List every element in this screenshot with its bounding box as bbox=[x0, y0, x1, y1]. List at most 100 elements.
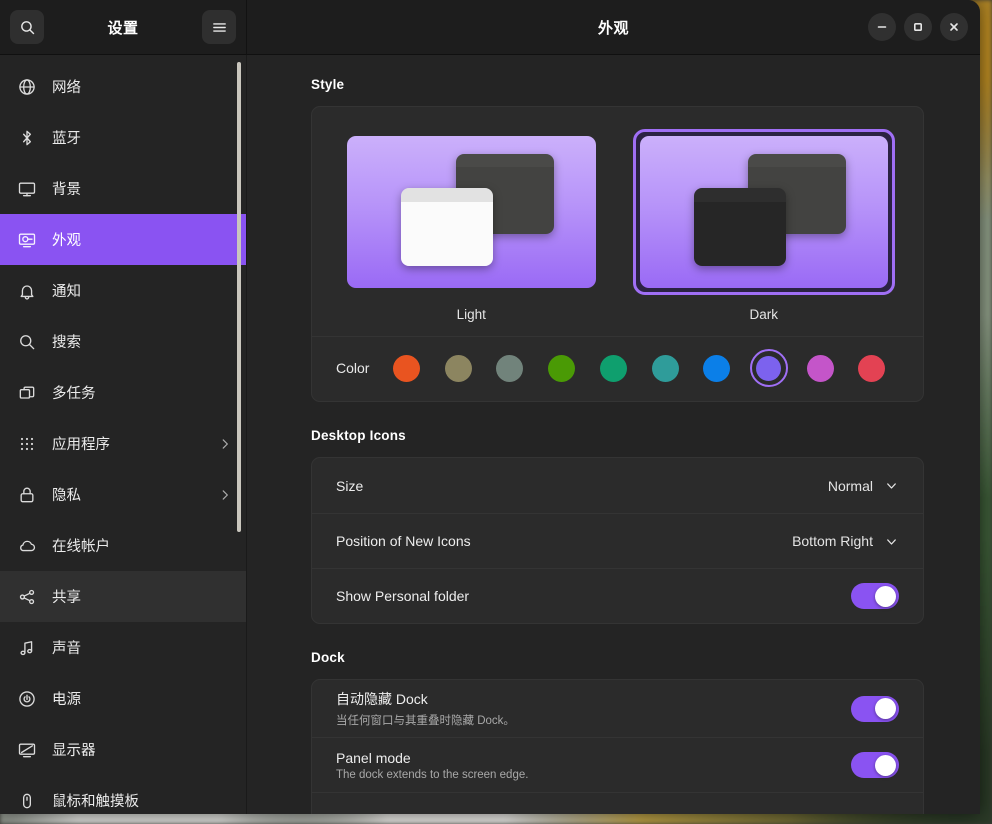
setting-row[interactable]: 自动隐藏 Dock 当任何窗口与其重叠时隐藏 Dock。 bbox=[312, 680, 923, 737]
sidebar-item-label: 搜索 bbox=[52, 335, 81, 351]
row-texts: Size bbox=[336, 478, 828, 494]
minimize-button[interactable] bbox=[868, 13, 896, 41]
color-swatch-magenta[interactable] bbox=[801, 349, 839, 387]
sidebar-item-1[interactable]: 蓝牙 bbox=[0, 112, 246, 163]
color-swatch-orange[interactable] bbox=[387, 349, 425, 387]
color-swatch-green[interactable] bbox=[543, 349, 581, 387]
search-button[interactable] bbox=[10, 10, 44, 44]
color-swatches bbox=[387, 349, 895, 387]
bluetooth-icon bbox=[16, 127, 38, 149]
style-section-title: Style bbox=[311, 77, 345, 92]
setting-row[interactable]: Panel mode The dock extends to the screen… bbox=[312, 737, 923, 792]
content-header: 外观 bbox=[246, 0, 980, 55]
toggle-switch[interactable] bbox=[851, 752, 899, 778]
theme-label: Light bbox=[456, 307, 486, 322]
dock-card: 自动隐藏 Dock 当任何窗口与其重叠时隐藏 Dock。 Panel mode The… bbox=[311, 679, 924, 814]
sidebar-item-label: 显示器 bbox=[52, 743, 96, 759]
sidebar-item-label: 声音 bbox=[52, 641, 81, 657]
setting-row[interactable]: Size Normal bbox=[312, 458, 923, 513]
sidebar-item-8[interactable]: 隐私 bbox=[0, 469, 246, 520]
color-swatch-sage[interactable] bbox=[491, 349, 529, 387]
monitor-icon bbox=[16, 178, 38, 200]
sidebar-item-label: 背景 bbox=[52, 182, 81, 198]
sidebar-item-11[interactable]: 声音 bbox=[0, 622, 246, 673]
color-swatch-emerald[interactable] bbox=[594, 349, 632, 387]
sidebar-item-5[interactable]: 搜索 bbox=[0, 316, 246, 367]
color-swatch-fill bbox=[703, 354, 731, 382]
sidebar-item-13[interactable]: 显示器 bbox=[0, 724, 246, 775]
main-menu-button[interactable] bbox=[202, 10, 236, 44]
theme-preview-frame bbox=[632, 129, 895, 295]
theme-option-light[interactable]: Light bbox=[340, 129, 603, 326]
preview-window-front bbox=[693, 188, 786, 266]
color-label: Color bbox=[336, 360, 370, 376]
settings-window: 设置 外观 网络 蓝牙 背景 外观 通知 搜索 多任务 应用程序 隐私 在线帐户… bbox=[0, 0, 980, 814]
chevron-right-icon bbox=[218, 437, 232, 451]
color-swatch-fill bbox=[548, 354, 576, 382]
sidebar-item-12[interactable]: 电源 bbox=[0, 673, 246, 724]
dropdown-value: Bottom Right bbox=[792, 533, 873, 549]
content-area: Style Light Dark Color Desktop Icons Size… bbox=[246, 55, 980, 814]
search-icon bbox=[16, 331, 38, 353]
maximize-button[interactable] bbox=[904, 13, 932, 41]
dropdown-value: Normal bbox=[827, 477, 873, 494]
theme-preview-frame bbox=[340, 129, 603, 295]
chevron-down-icon bbox=[884, 534, 899, 549]
music-note-icon bbox=[16, 637, 38, 659]
color-swatch-olive[interactable] bbox=[439, 349, 477, 387]
toggle-switch[interactable] bbox=[851, 583, 899, 609]
sidebar-item-7[interactable]: 应用程序 bbox=[0, 418, 246, 469]
theme-preview-image bbox=[639, 136, 888, 288]
color-swatch-purple[interactable] bbox=[749, 349, 788, 387]
sidebar-item-14[interactable]: 鼠标和触摸板 bbox=[0, 775, 246, 814]
sidebar: 网络蓝牙背景外观 通知搜索多任务 应用程序隐私在线帐户共享声音电源显示器鼠标和触摸板 bbox=[0, 55, 246, 814]
color-swatch-fill bbox=[756, 355, 781, 381]
window-body: 网络蓝牙背景外观 通知搜索多任务 应用程序隐私在线帐户共享声音电源显示器鼠标和触摸板… bbox=[0, 55, 980, 814]
sidebar-item-label: 共享 bbox=[52, 590, 81, 606]
theme-options: Light Dark bbox=[312, 107, 923, 336]
sidebar-item-9[interactable]: 在线帐户 bbox=[0, 520, 246, 571]
theme-option-dark[interactable]: Dark bbox=[632, 129, 895, 326]
globe-icon bbox=[16, 76, 38, 98]
dropdown-control[interactable]: Normal bbox=[828, 478, 899, 494]
sidebar-scrollbar[interactable] bbox=[237, 62, 241, 532]
color-swatch-fill bbox=[444, 354, 472, 382]
setting-row-partial[interactable] bbox=[312, 792, 923, 814]
row-title: Position of New Icons bbox=[336, 533, 471, 549]
sidebar-item-6[interactable]: 多任务 bbox=[0, 367, 246, 418]
mouse-icon bbox=[16, 790, 38, 812]
color-swatch-blue[interactable] bbox=[698, 349, 736, 387]
color-swatch-fill bbox=[599, 354, 627, 382]
sidebar-item-0[interactable]: 网络 bbox=[0, 61, 246, 112]
sidebar-item-3[interactable]: 外观 bbox=[0, 214, 246, 265]
windows-icon bbox=[16, 382, 38, 404]
setting-row[interactable]: Show Personal folder bbox=[312, 568, 923, 623]
theme-label: Dark bbox=[749, 307, 778, 322]
style-card: Light Dark Color bbox=[311, 106, 924, 402]
setting-row[interactable]: Position of New Icons Bottom Right bbox=[312, 513, 923, 568]
search-icon bbox=[20, 20, 34, 34]
color-swatch-red[interactable] bbox=[853, 349, 891, 387]
row-title: Panel mode bbox=[336, 749, 411, 766]
row-texts: Show Personal folder bbox=[336, 588, 851, 604]
row-subtitle: 当任何窗口与其重叠时隐藏 Dock。 bbox=[336, 715, 515, 727]
toggle-switch[interactable] bbox=[851, 695, 899, 722]
dock-section-title: Dock bbox=[311, 650, 345, 665]
sidebar-item-label: 鼠标和触摸板 bbox=[52, 794, 139, 810]
color-swatch-teal[interactable] bbox=[646, 349, 684, 387]
sidebar-item-label: 隐私 bbox=[52, 488, 81, 504]
color-swatch-fill bbox=[496, 354, 524, 382]
close-button[interactable] bbox=[940, 13, 968, 41]
dropdown-control[interactable]: Bottom Right bbox=[792, 533, 899, 549]
toggle-knob bbox=[875, 754, 896, 776]
bell-icon bbox=[16, 280, 38, 302]
sidebar-item-2[interactable]: 背景 bbox=[0, 163, 246, 214]
close-icon bbox=[950, 23, 958, 31]
power-icon bbox=[16, 688, 38, 710]
sidebar-item-10[interactable]: 共享 bbox=[0, 571, 246, 622]
sidebar-title: 设置 bbox=[107, 19, 139, 37]
sidebar-item-label: 蓝牙 bbox=[52, 131, 81, 147]
sidebar-item-4[interactable]: 通知 bbox=[0, 265, 246, 316]
sidebar-item-label: 在线帐户 bbox=[52, 539, 110, 555]
minimize-icon bbox=[877, 26, 887, 28]
